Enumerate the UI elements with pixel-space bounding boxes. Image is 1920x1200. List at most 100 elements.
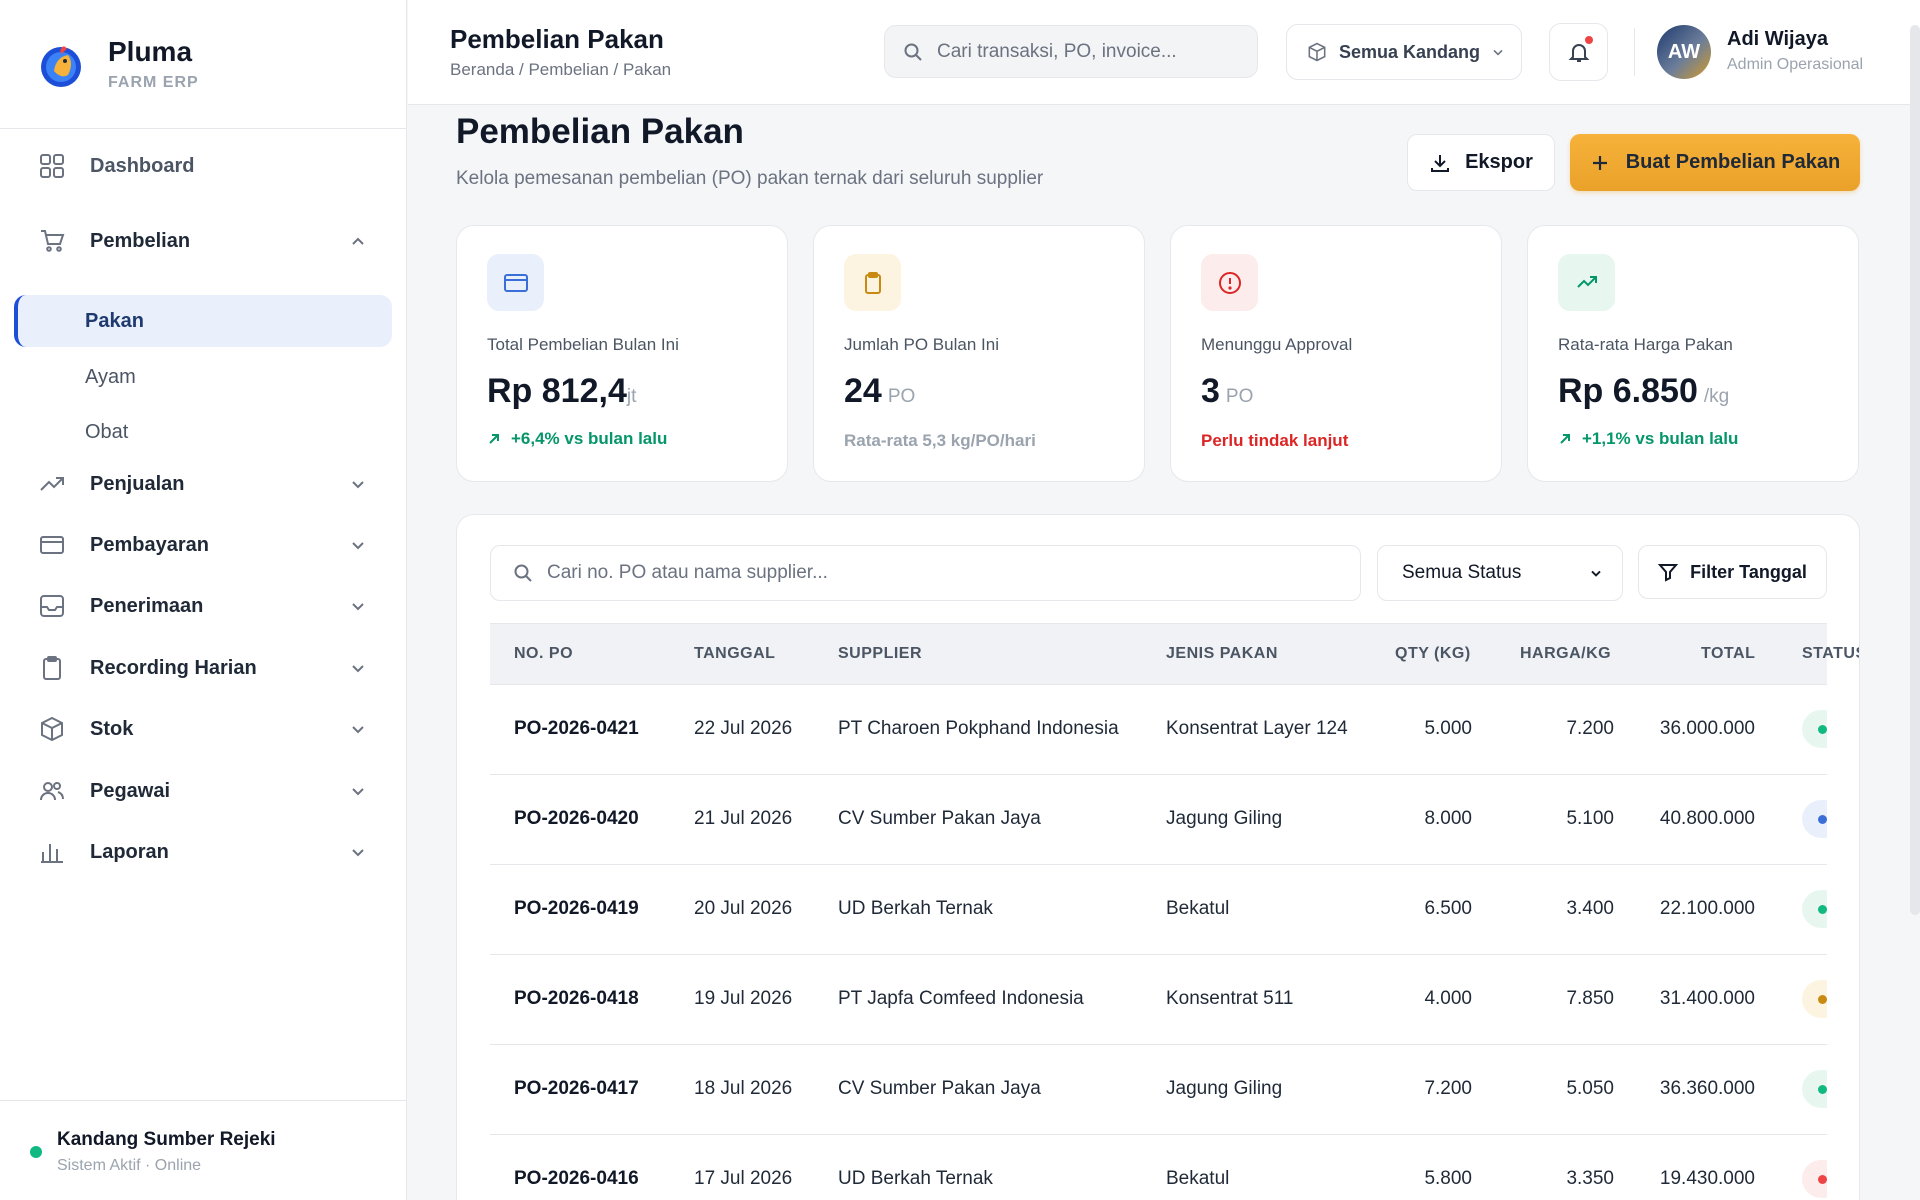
- export-button-label: Ekspor: [1465, 151, 1533, 173]
- sidebar-item-label: Stok: [90, 717, 134, 740]
- notifications-button[interactable]: [1549, 23, 1608, 81]
- cell-date: 17 Jul 2026: [694, 1168, 793, 1189]
- table-row[interactable]: PO-2026-0420 21 Jul 2026 CV Sumber Pakan J…: [490, 775, 1827, 865]
- sidebar-subitem-obat[interactable]: Obat: [14, 406, 392, 458]
- stat-card-pending-approval: Menunggu Approval 3 PO Perlu tindak lanju…: [1170, 225, 1502, 482]
- table-row[interactable]: PO-2026-0421 22 Jul 2026 PT Charoen Pokpha…: [490, 685, 1827, 775]
- user-role: Admin Operasional: [1727, 56, 1864, 73]
- date-filter-button[interactable]: Filter Tanggal: [1638, 545, 1827, 599]
- global-search-input[interactable]: [937, 40, 1227, 63]
- cell-supplier: UD Berkah Ternak: [838, 898, 993, 919]
- cell-po-number[interactable]: PO-2026-0416: [514, 1168, 639, 1190]
- stat-value: Rp 812,4jt: [487, 372, 636, 411]
- sidebar-item-penjualan[interactable]: Penjualan: [0, 459, 406, 509]
- cell-po-number[interactable]: PO-2026-0420: [514, 808, 639, 830]
- cell-po-number[interactable]: PO-2026-0421: [514, 718, 639, 740]
- table-row[interactable]: PO-2026-0417 18 Jul 2026 CV Sumber Pakan J…: [490, 1045, 1827, 1135]
- topbar-title: Pembelian Pakan: [450, 24, 664, 54]
- stat-value: 24 PO: [844, 372, 915, 411]
- brand[interactable]: Pluma FARM ERP: [0, 0, 406, 129]
- sidebar-item-penerimaan[interactable]: Penerimaan: [0, 581, 406, 631]
- table-search[interactable]: [490, 545, 1361, 601]
- export-button[interactable]: Ekspor: [1407, 134, 1555, 191]
- sidebar: Pluma FARM ERP Dashboard Pembelian Pakan…: [0, 0, 407, 1200]
- avatar[interactable]: AW: [1657, 25, 1711, 79]
- column-header-supplier[interactable]: SUPPLIER: [838, 645, 922, 663]
- arrow-up-right-icon: [489, 434, 499, 444]
- table-body: PO-2026-0421 22 Jul 2026 PT Charoen Pokpha…: [490, 685, 1827, 1200]
- trending-up-icon: [38, 470, 66, 498]
- column-header-tanggal[interactable]: TANGGAL: [694, 645, 775, 663]
- sidebar-item-label: Pegawai: [90, 779, 171, 802]
- column-header-total[interactable]: TOTAL: [1701, 645, 1755, 663]
- column-header-jenis-pakan[interactable]: JENIS PAKAN: [1166, 645, 1278, 663]
- chevron-down-icon: [1493, 49, 1503, 56]
- cell-po-number[interactable]: PO-2026-0417: [514, 1078, 639, 1100]
- stat-label: Menunggu Approval: [1201, 335, 1353, 354]
- user-name[interactable]: Adi Wijaya: [1727, 28, 1828, 51]
- create-purchase-button[interactable]: Buat Pembelian Pakan: [1570, 134, 1860, 191]
- users-icon: [38, 777, 66, 805]
- stat-unit: PO: [887, 386, 916, 407]
- stat-card-po-count: Jumlah PO Bulan Ini 24 PO Rata-rata 5,3 k…: [813, 225, 1145, 482]
- column-header-no-po[interactable]: NO. PO: [514, 645, 573, 663]
- cell-po-number[interactable]: PO-2026-0419: [514, 898, 639, 920]
- chevron-down-icon: [352, 481, 364, 489]
- stat-trend: +1,1% vs bulan lalu: [1558, 429, 1738, 449]
- page-title: Pembelian Pakan: [456, 112, 744, 151]
- stat-value: 3 PO: [1201, 372, 1253, 411]
- stat-label: Jumlah PO Bulan Ini: [844, 335, 999, 354]
- global-search[interactable]: [884, 25, 1258, 78]
- kandang-select[interactable]: Semua Kandang: [1286, 24, 1522, 80]
- pluma-logo-icon: [41, 46, 81, 87]
- column-header-status[interactable]: STATUS: [1802, 645, 1859, 663]
- stat-unit: jt: [626, 386, 637, 407]
- stat-value: Rp 6.850/kg: [1558, 372, 1729, 411]
- table-row[interactable]: PO-2026-0419 20 Jul 2026 UD Berkah Ternak B…: [490, 865, 1827, 955]
- sidebar-item-pegawai[interactable]: Pegawai: [0, 766, 406, 816]
- cell-total: 36.360.000: [1659, 1078, 1755, 1099]
- cell-qty: 7.200: [1424, 1078, 1472, 1099]
- sidebar-item-recording-harian[interactable]: Recording Harian: [0, 643, 406, 693]
- cell-feed-type: Jagung Giling: [1166, 1078, 1283, 1099]
- box-icon: [38, 715, 66, 743]
- cell-feed-type: Jagung Giling: [1166, 808, 1283, 829]
- cart-icon: [38, 227, 66, 255]
- cell-price: 5.050: [1566, 1078, 1614, 1099]
- credit-card-icon: [487, 254, 544, 311]
- column-header-harga[interactable]: HARGA/KG: [1520, 645, 1611, 663]
- chevron-down-icon: [352, 788, 364, 796]
- cell-qty: 5.000: [1424, 718, 1472, 739]
- arrow-up-right-icon: [1560, 434, 1570, 444]
- box-icon: [1308, 42, 1326, 62]
- chevron-down-icon: [352, 603, 364, 611]
- chevron-up-icon: [352, 237, 364, 245]
- table-search-input[interactable]: [547, 562, 1327, 584]
- cell-price: 5.100: [1566, 808, 1614, 829]
- cell-supplier: PT Japfa Comfeed Indonesia: [838, 988, 1084, 1009]
- cell-date: 22 Jul 2026: [694, 718, 793, 739]
- sidebar-item-pembelian[interactable]: Pembelian: [0, 216, 406, 266]
- sidebar-item-laporan[interactable]: Laporan: [0, 827, 406, 877]
- sidebar-item-label: Penerimaan: [90, 594, 204, 617]
- chevron-down-icon: [352, 726, 364, 734]
- sidebar-item-pembayaran[interactable]: Pembayaran: [0, 520, 406, 570]
- table-row[interactable]: PO-2026-0416 17 Jul 2026 UD Berkah Ternak B…: [490, 1135, 1827, 1200]
- chevron-down-icon: [352, 849, 364, 857]
- column-header-qty[interactable]: QTY (KG): [1395, 645, 1471, 663]
- stat-note: Rata-rata 5,3 kg/PO/hari: [844, 431, 1036, 450]
- divider: [1634, 28, 1635, 76]
- stat-unit: /kg: [1703, 386, 1730, 407]
- page-scrollbar[interactable]: [1910, 25, 1920, 915]
- sidebar-subitem-pakan[interactable]: Pakan: [14, 295, 392, 347]
- cell-date: 19 Jul 2026: [694, 988, 793, 1009]
- cell-supplier: CV Sumber Pakan Jaya: [838, 808, 1041, 829]
- cell-po-number[interactable]: PO-2026-0418: [514, 988, 639, 1010]
- table-row[interactable]: PO-2026-0418 19 Jul 2026 PT Japfa Comfeed …: [490, 955, 1827, 1045]
- sidebar-item-stok[interactable]: Stok: [0, 704, 406, 754]
- status-dot: [1818, 904, 1827, 914]
- sidebar-subitem-ayam[interactable]: Ayam: [14, 351, 392, 403]
- sidebar-item-dashboard[interactable]: Dashboard: [0, 141, 406, 191]
- status-select[interactable]: Semua Status: [1377, 545, 1623, 601]
- sidebar-item-label: Laporan: [90, 840, 169, 863]
